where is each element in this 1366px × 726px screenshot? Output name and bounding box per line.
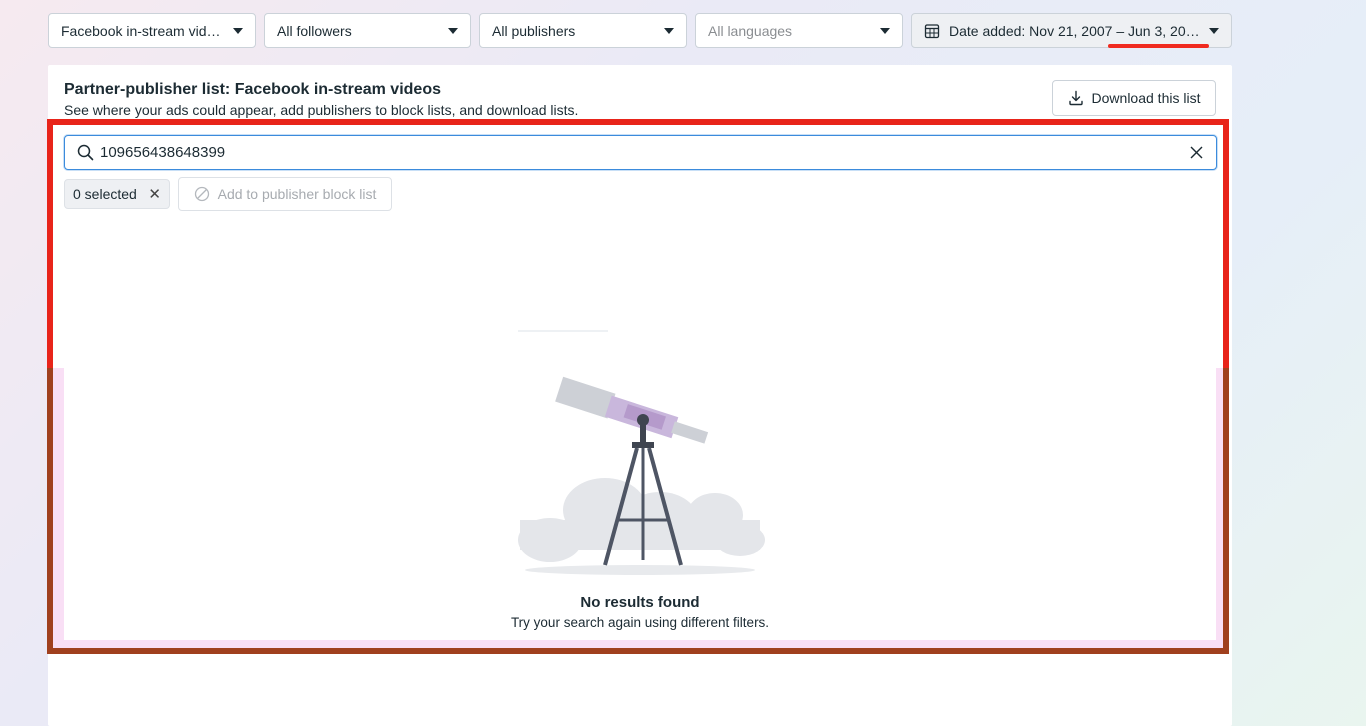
annotation-band bbox=[1216, 368, 1223, 648]
clear-selection-icon[interactable]: ✕ bbox=[148, 185, 161, 203]
close-icon bbox=[1190, 146, 1202, 159]
telescope-illustration bbox=[518, 376, 765, 575]
annotation-edge bbox=[47, 648, 1229, 654]
caret-down-icon bbox=[448, 27, 458, 34]
caret-down-icon bbox=[664, 27, 674, 34]
annotation-edge bbox=[1223, 368, 1229, 654]
page-subtitle: See where your ads could appear, add pub… bbox=[64, 102, 579, 118]
publishers-dropdown[interactable]: All publishers bbox=[479, 13, 687, 48]
empty-state-title: No results found bbox=[580, 594, 700, 611]
selected-count-label: 0 selected bbox=[73, 186, 137, 202]
placement-dropdown-label: Facebook in-stream vid… bbox=[61, 22, 221, 39]
date-range-dropdown[interactable]: Date added: Nov 21, 2007 – Jun 3, 2025 bbox=[911, 13, 1232, 48]
publishers-dropdown-label: All publishers bbox=[492, 22, 576, 39]
clear-search-button[interactable] bbox=[1188, 145, 1204, 161]
caret-down-icon bbox=[880, 27, 890, 34]
search-icon bbox=[77, 144, 94, 161]
download-list-label: Download this list bbox=[1091, 90, 1201, 106]
divider bbox=[518, 330, 608, 332]
search-field[interactable] bbox=[64, 135, 1217, 170]
annotation-band bbox=[53, 368, 64, 648]
page-title: Partner-publisher list: Facebook in-stre… bbox=[64, 81, 441, 98]
date-annotation-underline bbox=[1108, 44, 1209, 48]
add-to-block-list-button[interactable]: Add to publisher block list bbox=[178, 177, 392, 211]
selected-count-chip: 0 selected ✕ bbox=[64, 179, 170, 209]
placement-dropdown[interactable]: Facebook in-stream vid… bbox=[48, 13, 256, 48]
caret-down-icon bbox=[233, 27, 243, 34]
followers-dropdown[interactable]: All followers bbox=[264, 13, 471, 48]
annotation-edge bbox=[47, 368, 53, 654]
languages-dropdown[interactable]: All languages bbox=[695, 13, 903, 48]
languages-dropdown-label: All languages bbox=[708, 22, 793, 39]
download-list-button[interactable]: Download this list bbox=[1052, 80, 1216, 116]
followers-dropdown-label: All followers bbox=[277, 22, 352, 39]
download-icon bbox=[1068, 90, 1083, 106]
annotation-band bbox=[53, 640, 1223, 648]
date-range-label: Date added: Nov 21, 2007 – Jun 3, 2025 bbox=[949, 22, 1201, 39]
calendar-icon bbox=[924, 23, 940, 38]
empty-state-subtitle: Try your search again using different fi… bbox=[510, 615, 770, 630]
search-input[interactable] bbox=[100, 144, 1188, 161]
block-icon bbox=[194, 186, 209, 202]
add-to-block-list-label: Add to publisher block list bbox=[217, 186, 377, 202]
caret-down-icon bbox=[1209, 27, 1219, 34]
